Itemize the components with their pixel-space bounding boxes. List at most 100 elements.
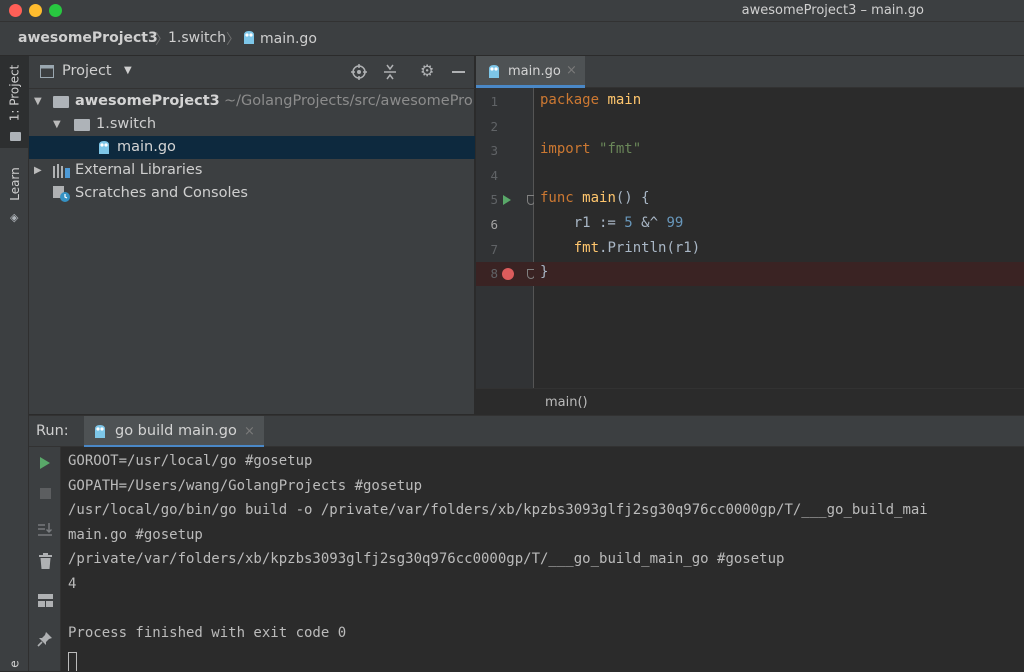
- code-line: fmt.Println(r1): [540, 240, 700, 256]
- scroll-to-end-icon: [38, 523, 52, 536]
- editor-tab-label: main.go: [508, 64, 561, 79]
- stop-icon: [39, 488, 51, 499]
- code-token: package: [540, 92, 608, 108]
- folder-icon: [53, 96, 69, 108]
- chevron-right-icon[interactable]: ▶: [34, 165, 42, 176]
- code-token: main: [607, 92, 642, 108]
- locate-file-icon[interactable]: [351, 64, 367, 80]
- hide-panel-icon[interactable]: [452, 71, 465, 73]
- run-tab-go-build[interactable]: go build main.go ×: [84, 416, 264, 448]
- console-line: 4: [68, 576, 77, 592]
- code-token: "fmt": [599, 141, 642, 158]
- code-editor[interactable]: package main import "fmt" func main() { r1…: [534, 88, 1024, 388]
- scroll-to-end-button[interactable]: [29, 521, 61, 537]
- code-token: func: [540, 190, 583, 207]
- run-panel-label: Run:: [36, 423, 69, 439]
- code-token: }: [540, 264, 549, 281]
- breadcrumb-file[interactable]: main.go: [243, 30, 317, 47]
- collapse-all-icon[interactable]: [382, 64, 398, 80]
- tree-item-project-root[interactable]: ▼ awesomeProject3 ~/GolangProjects/src/a…: [29, 90, 475, 113]
- tree-item-label: External Libraries: [75, 162, 203, 178]
- tree-item-scratches[interactable]: Scratches and Consoles: [29, 182, 475, 205]
- window-title: awesomeProject3 – main.go: [741, 3, 924, 18]
- code-token: fmt: [573, 239, 600, 256]
- folder-icon: [10, 132, 21, 141]
- run-console[interactable]: GOROOT=/usr/local/go #gosetup GOPATH=/Use…: [61, 447, 1024, 671]
- layout-button[interactable]: [29, 594, 61, 607]
- bottom-tool-tab[interactable]: e: [0, 656, 29, 672]
- run-panel-header: Run: go build main.go ×: [29, 415, 1024, 448]
- learn-tool-tab[interactable]: Learn: [0, 164, 29, 204]
- tree-item-label: Scratches and Consoles: [75, 185, 248, 201]
- code-token: main: [582, 190, 616, 207]
- editor-tab-main-go[interactable]: main.go ×: [476, 56, 585, 88]
- line-number: 3: [490, 143, 498, 159]
- pin-tab-button[interactable]: [29, 631, 61, 647]
- code-line: }: [540, 264, 548, 280]
- tree-item-file-main[interactable]: main.go: [29, 136, 475, 159]
- tree-item-path: ~/GolangProjects/src/awesomePro: [224, 93, 473, 109]
- code-token: () {: [615, 190, 650, 207]
- go-file-icon: [489, 65, 499, 78]
- breadcrumb-separator-icon: 〉: [226, 32, 240, 48]
- rerun-button[interactable]: [29, 456, 61, 470]
- code-token: r1 :=: [540, 215, 625, 231]
- chevron-down-icon[interactable]: ▼: [53, 119, 61, 130]
- go-file-icon: [244, 31, 254, 44]
- folder-icon: [74, 119, 90, 131]
- project-panel-header: Project ▼ ⚙: [29, 56, 475, 89]
- project-panel: Project ▼ ⚙ ▼ awesomeProject3 ~/GolangPr…: [29, 56, 475, 414]
- line-number: 7: [490, 241, 498, 257]
- editor-gutter: 1 2 3 4 5 6 7 8: [476, 88, 535, 388]
- code-line: import "fmt": [540, 141, 641, 157]
- tree-item-folder-switch[interactable]: ▼ 1.switch: [29, 113, 475, 136]
- editor-breadcrumb-function[interactable]: main(): [545, 395, 588, 410]
- clear-output-button[interactable]: [29, 553, 61, 569]
- tree-item-label: 1.switch: [96, 116, 157, 132]
- project-tool-tab[interactable]: 1: Project: [0, 62, 29, 124]
- console-line: /private/var/folders/xb/kpzbs3093glfj2sg…: [68, 551, 785, 568]
- chevron-down-icon[interactable]: ▼: [34, 96, 42, 107]
- editor-tab-bar: main.go ×: [476, 56, 1024, 88]
- stop-button[interactable]: [29, 488, 61, 499]
- code-line: r1 := 5 &^ 99: [540, 215, 684, 231]
- scratches-icon: [53, 186, 70, 202]
- tree-item-label: main.go: [117, 139, 176, 155]
- close-icon[interactable]: ×: [566, 63, 577, 78]
- gear-icon[interactable]: ⚙: [420, 61, 434, 80]
- trash-icon: [38, 553, 52, 569]
- code-line: func main() {: [540, 190, 650, 206]
- console-line: GOROOT=/usr/local/go #gosetup: [68, 453, 313, 469]
- tree-item-label: awesomeProject3: [75, 93, 220, 109]
- code-token: &^: [632, 215, 667, 231]
- line-number: 2: [490, 118, 498, 134]
- run-tab-label: go build main.go: [115, 423, 237, 439]
- console-line: main.go #gosetup: [68, 526, 203, 543]
- code-token: 5: [624, 215, 633, 231]
- left-tool-stripe: 1: Project Learn ◈ e: [0, 56, 29, 671]
- chevron-down-icon[interactable]: ▼: [124, 65, 132, 76]
- breakpoint-line-highlight: [534, 262, 1024, 287]
- text-cursor: [68, 651, 77, 671]
- play-icon: [40, 457, 50, 469]
- project-view-selector[interactable]: Project: [62, 63, 112, 79]
- console-line: /usr/local/go/bin/go build -o /private/v…: [68, 502, 928, 519]
- line-number: 4: [490, 167, 498, 183]
- line-number: 5: [490, 192, 498, 208]
- tree-item-external-libraries[interactable]: ▶ External Libraries: [29, 159, 475, 182]
- project-view-icon: [40, 65, 54, 78]
- breadcrumb-separator-icon: 〉: [155, 32, 169, 48]
- line-number: 6: [490, 217, 498, 232]
- navigation-bar: awesomeProject3 〉 1.switch 〉 main.go: [0, 22, 1024, 56]
- breadcrumb-folder[interactable]: 1.switch: [168, 30, 226, 46]
- console-line: Process finished with exit code 0: [68, 625, 347, 642]
- go-file-icon: [99, 141, 109, 154]
- code-token: .Println(r1): [599, 239, 701, 256]
- graduation-cap-icon: ◈: [10, 211, 19, 224]
- run-gutter-icon[interactable]: [503, 195, 511, 206]
- code-line: package main: [540, 92, 641, 108]
- breadcrumb-project[interactable]: awesomeProject3: [18, 30, 158, 46]
- close-icon[interactable]: ×: [244, 424, 255, 439]
- code-token: import: [540, 141, 600, 158]
